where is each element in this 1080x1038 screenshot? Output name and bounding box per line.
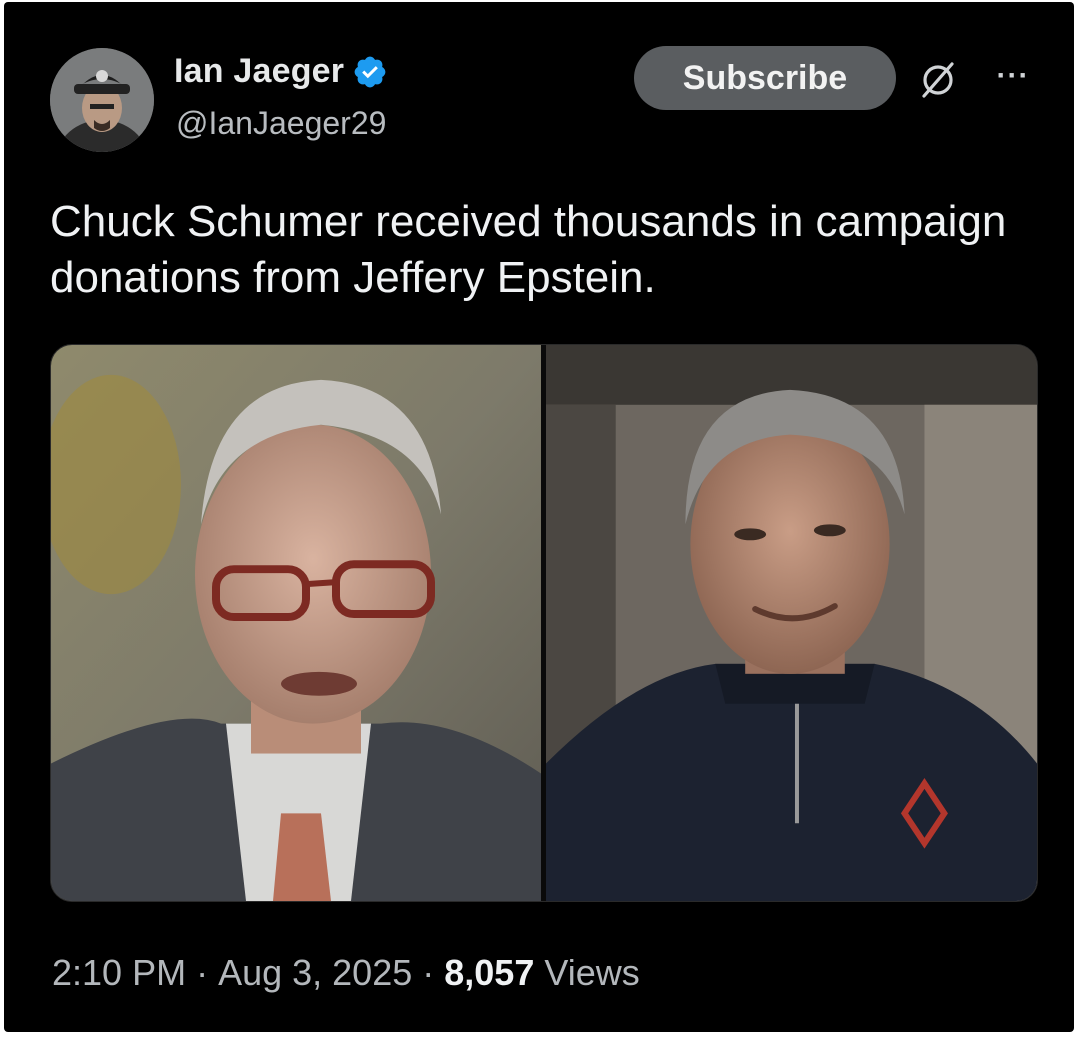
views-count: 8,057 bbox=[444, 952, 535, 993]
tweet-time[interactable]: 2:10 PM bbox=[52, 952, 186, 994]
tweet-date[interactable]: Aug 3, 2025 bbox=[218, 952, 412, 994]
tweet-text: Chuck Schumer received thousands in camp… bbox=[50, 197, 1007, 302]
avatar-image bbox=[50, 48, 154, 152]
meta-separator: · bbox=[422, 952, 435, 993]
verified-badge-icon bbox=[354, 56, 386, 87]
right-portrait-image bbox=[546, 345, 1037, 901]
grok-icon[interactable] bbox=[916, 58, 960, 102]
author-name-row: Ian Jaeger bbox=[174, 52, 388, 91]
tweet-media[interactable] bbox=[50, 344, 1038, 902]
meta-separator: · bbox=[196, 952, 209, 993]
views-label: Views bbox=[544, 952, 640, 993]
left-portrait-photo[interactable] bbox=[51, 345, 541, 901]
tweet-meta: 2:10 PM · Aug 3, 2025 · 8,057 Views bbox=[52, 952, 640, 994]
subscribe-button[interactable]: Subscribe bbox=[634, 46, 896, 110]
tweet-card: Ian Jaeger @IanJaeger29 Subscribe ··· Ch… bbox=[4, 2, 1074, 1032]
author-display-name[interactable]: Ian Jaeger bbox=[174, 52, 344, 91]
left-portrait-image bbox=[51, 345, 541, 901]
right-portrait-photo[interactable] bbox=[546, 345, 1037, 901]
avatar[interactable] bbox=[50, 48, 154, 152]
more-options-icon[interactable]: ··· bbox=[990, 58, 1036, 94]
author-handle[interactable]: @IanJaeger29 bbox=[176, 105, 386, 142]
